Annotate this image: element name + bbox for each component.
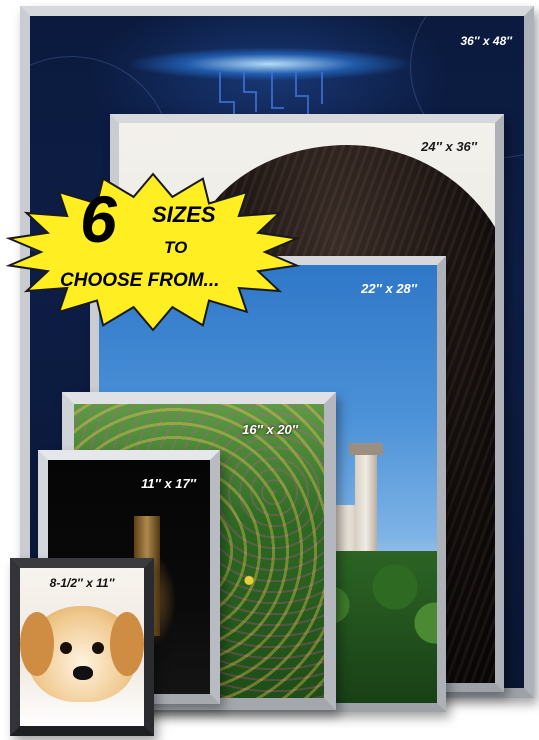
puppy-ear [110,612,144,676]
badge-line-choose: CHOOSE FROM... [60,270,220,291]
frame-8-5x11: 8-1/2″ x 11″ [10,558,154,736]
badge-number: 6 [80,182,117,256]
puppy-eye [92,642,104,654]
puppy-ear [20,612,54,676]
puppy-nose [73,666,93,680]
frame-size-label: 24″ x 36″ [421,139,477,154]
starburst-badge: 6 SIZES TO CHOOSE FROM... [4,172,302,332]
poster-puppy: 8-1/2″ x 11″ [20,568,144,726]
frame-size-label: 22″ x 28″ [361,281,417,296]
frame-size-label: 8-1/2″ x 11″ [49,576,115,590]
castle-roof-graphic [349,443,383,455]
frame-size-label: 11″ x 17″ [141,476,196,491]
badge-line-to: TO [164,238,188,257]
frame-size-label: 16″ x 20″ [242,422,298,437]
frame-size-label: 36″ x 48″ [460,34,512,48]
starburst-icon [5,172,301,332]
badge-line-sizes: SIZES [152,202,216,227]
puppy-eye [60,642,72,654]
castle-tower-graphic [355,451,377,561]
